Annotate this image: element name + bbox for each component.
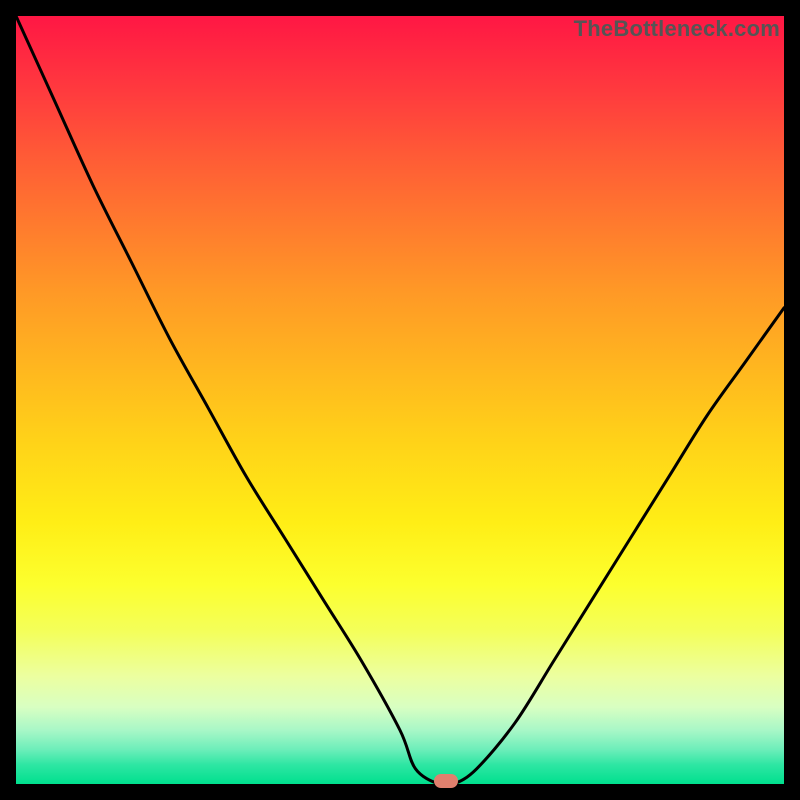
chart-frame: TheBottleneck.com	[16, 16, 784, 784]
bottleneck-curve	[16, 16, 784, 784]
watermark-text: TheBottleneck.com	[574, 16, 780, 42]
minimum-marker	[434, 774, 458, 788]
